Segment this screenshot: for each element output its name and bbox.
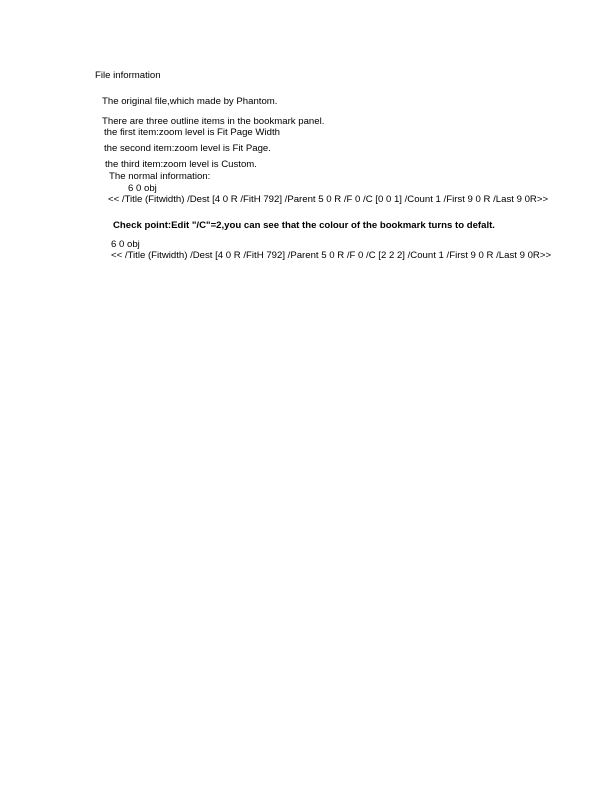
edited-dict-line: << /Title (Fitwidth) /Dest [4 0 R /FitH … <box>111 250 552 261</box>
edited-obj-line: 6 0 obj <box>111 239 140 250</box>
normal-dict-line: << /Title (Fitwidth) /Dest [4 0 R /FitH … <box>108 194 549 205</box>
file-information-heading: File information <box>95 70 161 81</box>
outline-item-1: the first item:zoom level is Fit Page Wi… <box>104 127 280 138</box>
outline-item-3: the third item:zoom level is Custom. <box>105 159 257 170</box>
normal-info-label: The normal information: <box>109 171 211 182</box>
outline-summary: There are three outline items in the boo… <box>102 116 325 127</box>
outline-item-2: the second item:zoom level is Fit Page. <box>104 143 271 154</box>
intro-text: The original file,which made by Phantom. <box>102 96 278 107</box>
normal-obj-line: 6 0 obj <box>128 183 157 194</box>
check-point-text: Check point:Edit "/C"=2,you can see that… <box>113 220 495 231</box>
